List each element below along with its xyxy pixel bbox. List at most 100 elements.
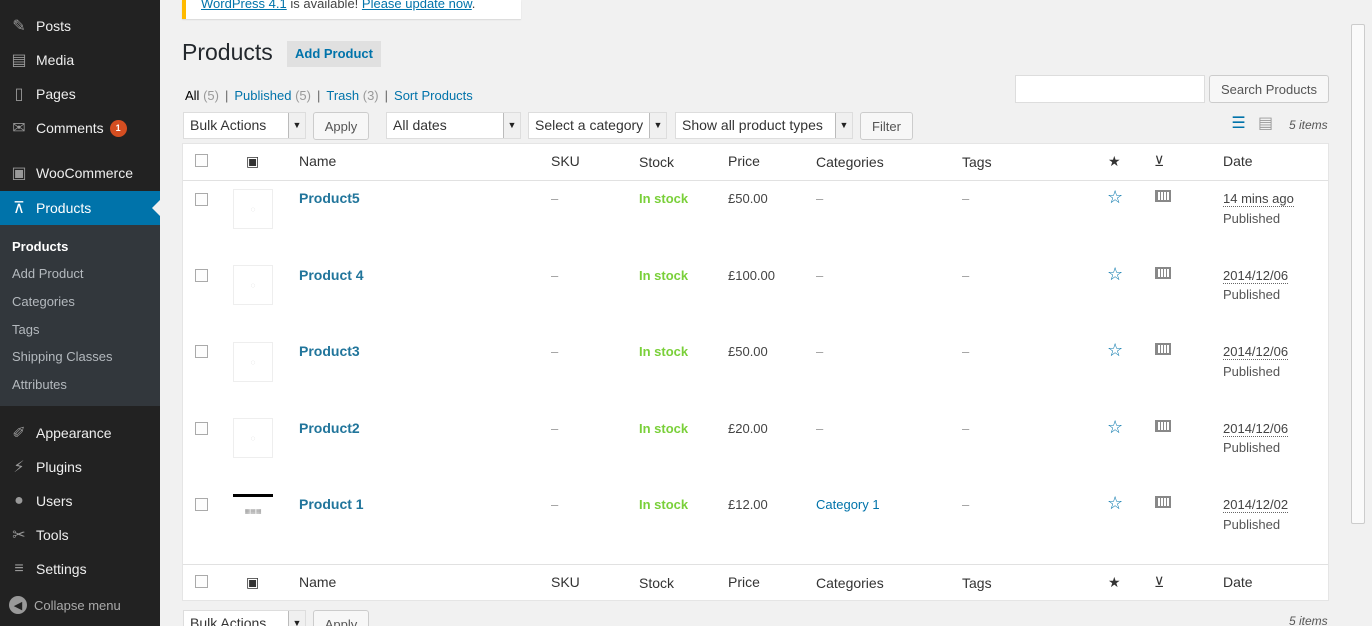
row-checkbox[interactable] — [195, 498, 208, 511]
pages-icon: ▯ — [14, 86, 24, 103]
column-stock: Stock — [639, 154, 675, 170]
menu-label: Tools — [36, 527, 69, 543]
feature-star-icon[interactable]: ☆ — [1107, 265, 1123, 283]
stock-status: In stock — [639, 268, 689, 283]
select-all-checkbox[interactable] — [195, 154, 208, 167]
product-name-link[interactable]: Product5 — [299, 190, 360, 206]
submenu-tags[interactable]: Tags — [12, 322, 39, 337]
page-scrollbar[interactable] — [1351, 24, 1365, 524]
menu-woocommerce[interactable]: ▣ WooCommerce — [0, 156, 160, 190]
feature-star-icon[interactable]: ☆ — [1107, 494, 1123, 512]
filter-trash[interactable]: Trash (3) — [326, 88, 378, 103]
submenu-shipping-classes[interactable]: Shipping Classes — [12, 349, 112, 364]
date-value: 2014/12/06 — [1223, 421, 1289, 437]
menu-products[interactable]: ⊼ Products — [0, 191, 160, 225]
product-thumbnail[interactable]: ◌ — [233, 342, 273, 382]
product-thumbnail[interactable]: ◌ — [233, 189, 273, 229]
wordpress-version-link[interactable]: WordPress 4.1 — [201, 0, 287, 11]
product-name-link[interactable]: Product 1 — [299, 496, 364, 512]
brush-icon: ✐ — [12, 425, 26, 442]
product-name-link[interactable]: Product2 — [299, 420, 360, 436]
wrench-icon: ✂ — [12, 527, 26, 544]
date-filter-select[interactable]: All dates ▼ — [386, 112, 521, 139]
collapse-label: Collapse menu — [34, 597, 121, 613]
submenu-categories[interactable]: Categories — [12, 294, 75, 309]
menu-pages[interactable]: ▯ Pages — [0, 77, 160, 111]
list-view-icon[interactable]: ☰ — [1229, 114, 1248, 133]
bulk-actions-select[interactable]: Bulk Actions ▼ — [183, 112, 306, 139]
feature-star-icon[interactable]: ☆ — [1107, 188, 1123, 206]
row-checkbox[interactable] — [195, 422, 208, 435]
collapse-menu-button[interactable]: ◀ Collapse menu — [0, 592, 160, 618]
row-checkbox[interactable] — [195, 193, 208, 206]
product-thumbnail[interactable]: ◌ — [233, 418, 273, 458]
filter-published-label: Published — [234, 88, 292, 103]
product-thumbnail[interactable]: ◌ — [233, 265, 273, 305]
product-name-link[interactable]: Product3 — [299, 343, 360, 359]
menu-users[interactable]: ● Users — [0, 484, 160, 518]
update-now-link[interactable]: Please update now — [362, 0, 472, 11]
column-name[interactable]: Name — [299, 153, 336, 169]
search-input[interactable] — [1015, 75, 1205, 103]
update-notice: WordPress 4.1 is available! Please updat… — [182, 0, 521, 19]
column-price[interactable]: Price — [728, 574, 760, 590]
menu-plugins[interactable]: ⚡ Plugins — [0, 450, 160, 484]
sort-products-link[interactable]: Sort Products — [394, 88, 473, 103]
feature-star-icon[interactable]: ☆ — [1107, 341, 1123, 359]
items-count-bottom: 5 items — [1289, 614, 1328, 626]
column-sku[interactable]: SKU — [551, 574, 580, 590]
column-categories: Categories — [816, 154, 884, 170]
menu-settings[interactable]: ≡ Settings — [0, 552, 160, 586]
product-thumbnail[interactable]: ▦▦▦ — [233, 494, 273, 528]
tags-value: – — [962, 421, 970, 436]
table-header: ▣ Name SKU Stock Price Categories Tags ★… — [183, 144, 1328, 181]
tags-value: – — [962, 344, 970, 359]
image-icon: ▣ — [246, 153, 260, 169]
row-checkbox[interactable] — [195, 345, 208, 358]
pin-icon: ✎ — [12, 18, 26, 35]
tags-value: – — [962, 268, 970, 283]
menu-comments[interactable]: ✉ Comments 1 — [0, 111, 160, 145]
featured-star-icon[interactable]: ★ — [1108, 153, 1121, 170]
column-sku[interactable]: SKU — [551, 153, 580, 169]
apply-button-bottom[interactable]: Apply — [313, 610, 369, 626]
menu-media[interactable]: ▤ Media — [0, 43, 160, 77]
menu-posts[interactable]: ✎ Posts — [0, 9, 160, 43]
category-filter-select[interactable]: Select a category ▼ — [528, 112, 667, 139]
search-products-button[interactable]: Search Products — [1209, 75, 1329, 103]
menu-label: WooCommerce — [36, 165, 133, 181]
submenu-products[interactable]: Products — [12, 239, 68, 254]
comments-icon: ✉ — [12, 120, 26, 137]
filter-published[interactable]: Published (5) — [234, 88, 311, 103]
filter-button[interactable]: Filter — [860, 112, 913, 140]
submenu-add-product[interactable]: Add Product — [12, 266, 84, 281]
menu-label: Pages — [36, 86, 76, 102]
menu-tools[interactable]: ✂ Tools — [0, 518, 160, 552]
category-link[interactable]: Category 1 — [816, 497, 880, 512]
category-value: – — [816, 268, 824, 283]
column-date[interactable]: Date — [1223, 574, 1253, 590]
submenu-attributes[interactable]: Attributes — [12, 377, 67, 392]
notice-end: . — [471, 0, 476, 11]
row-checkbox[interactable] — [195, 269, 208, 282]
select-all-checkbox[interactable] — [195, 575, 208, 588]
filter-all[interactable]: All (5) — [185, 88, 219, 103]
bulk-actions-select-bottom[interactable]: Bulk Actions ▼ — [183, 610, 306, 626]
filter-all-count: (5) — [203, 88, 219, 103]
date-filter-value: All dates — [393, 117, 447, 133]
category-value: – — [816, 191, 824, 206]
add-product-button[interactable]: Add Product — [287, 41, 381, 67]
product-type-select[interactable]: Show all product types ▼ — [675, 112, 853, 139]
price-value: £12.00 — [728, 497, 768, 512]
column-name[interactable]: Name — [299, 574, 336, 590]
featured-star-icon[interactable]: ★ — [1108, 574, 1121, 591]
menu-appearance[interactable]: ✐ Appearance — [0, 416, 160, 450]
feature-star-icon[interactable]: ☆ — [1107, 418, 1123, 436]
column-price[interactable]: Price — [728, 153, 760, 169]
tags-value: – — [962, 497, 970, 512]
status-filter-links: All (5) | Published (5) | Trash (3) | Sort Pro… — [185, 88, 473, 103]
column-date[interactable]: Date — [1223, 153, 1253, 169]
apply-button[interactable]: Apply — [313, 112, 369, 140]
product-name-link[interactable]: Product 4 — [299, 267, 364, 283]
excerpt-view-icon[interactable]: ▤ — [1256, 114, 1275, 133]
